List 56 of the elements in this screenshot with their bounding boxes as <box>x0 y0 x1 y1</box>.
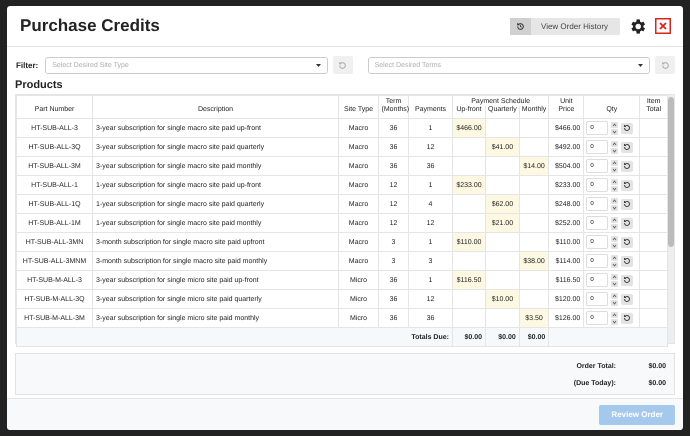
down-arrow-icon[interactable] <box>611 280 618 286</box>
reset-button[interactable] <box>621 256 634 266</box>
up-arrow-icon[interactable] <box>611 160 618 166</box>
products-heading: Products <box>14 78 64 93</box>
reset-icon <box>623 143 632 151</box>
up-arrow-icon[interactable] <box>611 236 618 242</box>
down-arrow-icon[interactable] <box>611 262 618 268</box>
down-arrow-icon[interactable] <box>611 242 618 248</box>
down-arrow-icon[interactable] <box>611 318 618 324</box>
reset-button[interactable] <box>621 236 634 248</box>
reset-icon <box>623 200 632 208</box>
reset-button[interactable] <box>621 122 634 134</box>
reset-icon <box>623 314 632 322</box>
reset-icon <box>623 162 632 170</box>
reset-icon <box>623 124 632 132</box>
up-arrow-icon[interactable] <box>611 254 618 260</box>
up-arrow-icon[interactable] <box>611 178 618 184</box>
reset-button[interactable] <box>621 274 634 286</box>
reset-button[interactable] <box>621 198 634 210</box>
down-arrow-icon[interactable] <box>611 166 618 172</box>
reset-button[interactable] <box>621 312 634 324</box>
reset-icon <box>623 219 632 227</box>
down-arrow-icon[interactable] <box>611 204 618 210</box>
filter-label: Filter: <box>16 60 38 70</box>
down-arrow-icon[interactable] <box>611 148 618 154</box>
up-arrow-icon[interactable] <box>611 140 618 146</box>
down-arrow-icon[interactable] <box>611 128 618 134</box>
down-arrow-icon[interactable] <box>611 186 618 192</box>
up-arrow-icon[interactable] <box>611 198 618 204</box>
modal-title: Purchase Credits <box>20 16 160 36</box>
reset-button[interactable] <box>621 160 634 172</box>
close-icon[interactable] <box>655 18 671 34</box>
reset-button[interactable] <box>621 294 634 304</box>
caret-icon <box>638 64 644 66</box>
history-icon <box>516 22 526 30</box>
scrollbar[interactable] <box>668 95 674 343</box>
up-arrow-icon[interactable] <box>611 274 618 280</box>
down-arrow-icon[interactable] <box>611 224 618 230</box>
down-arrow-icon[interactable] <box>611 300 618 306</box>
up-arrow-icon[interactable] <box>611 312 618 318</box>
reset-icon <box>623 295 632 303</box>
up-arrow-icon[interactable] <box>611 292 618 298</box>
caret-icon <box>316 64 321 66</box>
reset-icon <box>623 276 632 284</box>
reset-icon <box>623 238 632 246</box>
up-arrow-icon[interactable] <box>611 216 618 222</box>
up-arrow-icon[interactable] <box>611 122 618 128</box>
view-order-history-button[interactable]: View Order History <box>510 18 620 34</box>
reset-icon <box>623 181 632 189</box>
reset-icon <box>338 60 348 70</box>
reset-icon <box>623 257 632 265</box>
reset-button[interactable] <box>621 218 634 228</box>
reset-icon <box>660 60 670 70</box>
reset-button[interactable] <box>621 180 634 190</box>
reset-button[interactable] <box>621 142 634 152</box>
scrollbar-thumb[interactable] <box>668 97 674 247</box>
